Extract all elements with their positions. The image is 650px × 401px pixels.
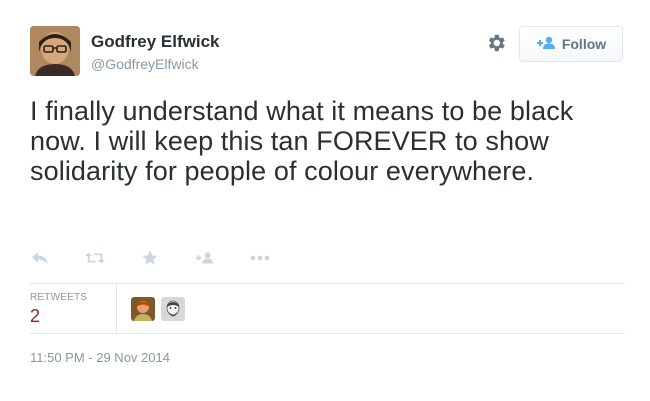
follow-button-label: Follow — [561, 36, 607, 52]
avatar[interactable] — [131, 297, 155, 321]
avatar[interactable] — [30, 26, 80, 76]
reply-icon[interactable] — [30, 248, 50, 268]
retweets-stat[interactable]: RETWEETS 2 — [30, 292, 87, 327]
retweet-icon[interactable] — [85, 248, 105, 268]
divider — [30, 333, 625, 334]
favorite-icon[interactable] — [140, 248, 160, 268]
divider — [30, 283, 625, 284]
follow-user-icon[interactable] — [195, 248, 215, 268]
timestamp[interactable]: 11:50 PM - 29 Nov 2014 — [30, 350, 170, 365]
avatar[interactable] — [161, 297, 185, 321]
tweet-actions — [30, 248, 305, 268]
divider — [116, 284, 117, 333]
user-name[interactable]: Godfrey Elfwick — [91, 32, 219, 52]
more-icon[interactable] — [250, 248, 270, 268]
user-handle[interactable]: @GodfreyElfwick — [91, 56, 199, 72]
follow-user-icon — [536, 36, 556, 53]
retweets-count: 2 — [30, 306, 41, 326]
tweet-text: I finally understand what it means to be… — [30, 96, 574, 186]
gear-icon[interactable] — [485, 32, 507, 54]
tweet-card: Godfrey Elfwick @GodfreyElfwick Follow I… — [0, 0, 650, 401]
retweets-label: RETWEETS — [30, 292, 88, 303]
follow-button[interactable]: Follow — [519, 26, 623, 62]
